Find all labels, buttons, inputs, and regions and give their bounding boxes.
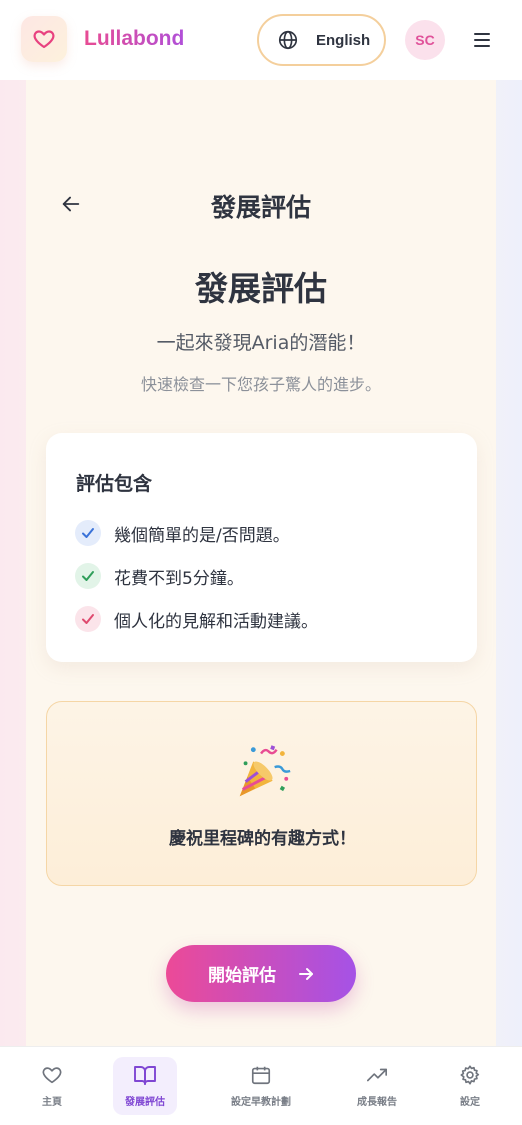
- nav-label: 設定早教計劃: [231, 1097, 291, 1108]
- heart-icon: [33, 30, 55, 49]
- list-item: 花費不到5分鐘。: [75, 563, 244, 589]
- hamburger-menu-icon[interactable]: [470, 30, 494, 50]
- hero-subtitle: 一起來發現Aria的潛能！: [156, 332, 366, 354]
- globe-icon: [278, 30, 298, 50]
- nav-item-home[interactable]: 主頁: [22, 1057, 82, 1115]
- party-popper-icon: [239, 745, 291, 797]
- language-selector-button[interactable]: English: [257, 14, 386, 66]
- app-header: Lullabond English SC: [0, 0, 522, 80]
- brand-name: Lullabond: [84, 27, 185, 50]
- hero-title: 發展評估: [195, 269, 327, 308]
- start-button-label: 開始評估: [208, 966, 276, 986]
- check-icon: [75, 606, 101, 632]
- calendar-icon: [251, 1066, 271, 1085]
- list-item: 幾個簡單的是/否問題。: [75, 520, 290, 546]
- gear-icon: [460, 1065, 480, 1085]
- bottom-navigation: 主頁 發展評估 設定早教計劃 成長報告 設定: [0, 1046, 522, 1125]
- heart-icon: [42, 1067, 62, 1084]
- check-icon: [75, 520, 101, 546]
- assessment-info-card: 評估包含 幾個簡單的是/否問題。 花費不到5分鐘。 個人化的見解和活動建議。: [46, 433, 477, 662]
- nav-label: 主頁: [42, 1097, 62, 1108]
- user-avatar[interactable]: SC: [405, 20, 445, 60]
- trending-up-icon: [367, 1068, 387, 1082]
- nav-item-report[interactable]: 成長報告: [344, 1057, 410, 1115]
- info-card-heading: 評估包含: [76, 473, 153, 495]
- logo[interactable]: [21, 16, 67, 62]
- list-item: 個人化的見解和活動建議。: [75, 606, 318, 632]
- language-label: English: [316, 31, 371, 49]
- start-assessment-button[interactable]: 開始評估: [166, 945, 356, 1002]
- nav-label: 發展評估: [125, 1097, 165, 1108]
- hero-subtext: 快速檢查一下您孩子驚人的進步。: [140, 375, 381, 394]
- check-icon: [75, 563, 101, 589]
- nav-item-assessment[interactable]: 發展評估: [113, 1057, 177, 1115]
- page-title: 發展評估: [210, 193, 311, 222]
- arrow-right-icon: [299, 967, 313, 980]
- list-item-text: 花費不到5分鐘。: [114, 568, 244, 589]
- list-item-text: 幾個簡單的是/否問題。: [114, 525, 290, 546]
- nav-item-settings[interactable]: 設定: [446, 1057, 494, 1115]
- nav-item-plan[interactable]: 設定早教計劃: [221, 1057, 301, 1115]
- nav-label: 成長報告: [357, 1097, 397, 1108]
- celebrate-text: 慶祝里程碑的有趣方式！: [169, 829, 356, 849]
- celebrate-card: 慶祝里程碑的有趣方式！: [46, 701, 477, 886]
- nav-label: 設定: [460, 1097, 480, 1108]
- book-open-icon: [134, 1066, 156, 1085]
- list-item-text: 個人化的見解和活動建議。: [114, 611, 318, 632]
